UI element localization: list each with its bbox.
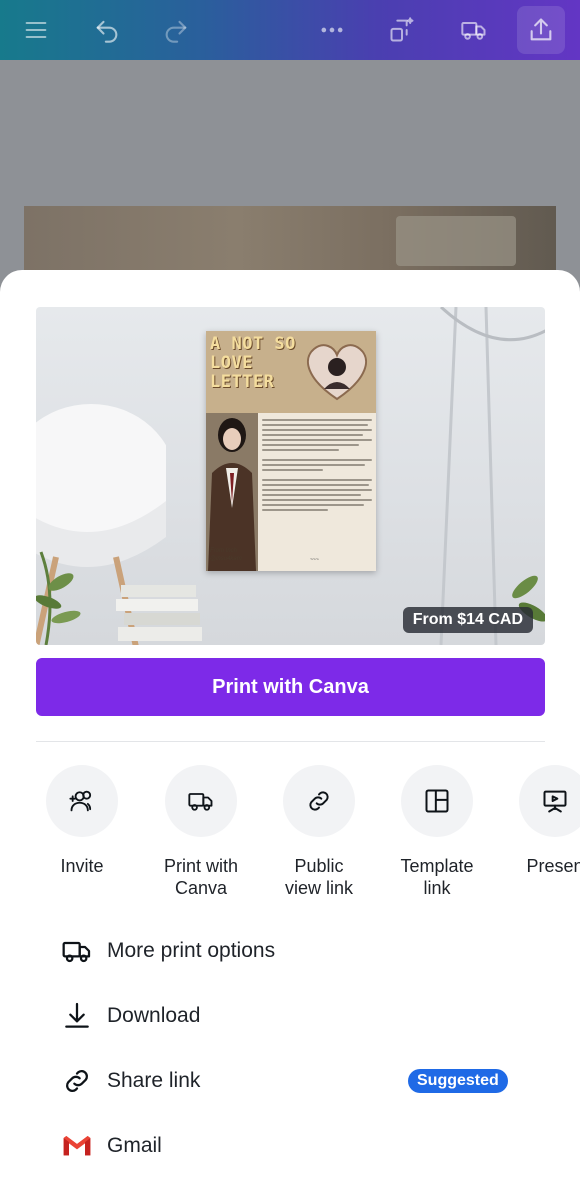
- poster-letter-text: [262, 419, 372, 514]
- menu-icon[interactable]: [12, 6, 60, 54]
- share-option-label: Public view link: [284, 856, 354, 898]
- poster-signature: ~~~: [310, 557, 319, 563]
- link-icon: [309, 791, 329, 811]
- invite-people-icon: [69, 790, 92, 812]
- share-icon[interactable]: [517, 6, 565, 54]
- share-option-invite[interactable]: Invite: [27, 765, 137, 877]
- truck-icon: [60, 934, 94, 968]
- gmail-icon: [60, 1129, 94, 1163]
- list-item-share-link[interactable]: Share link Suggested: [0, 1056, 580, 1106]
- list-item-more-print-options[interactable]: More print options: [0, 926, 580, 976]
- undo-icon[interactable]: [83, 6, 131, 54]
- print-truck-icon[interactable]: [450, 6, 498, 54]
- share-option-print[interactable]: Print with Canva: [146, 765, 256, 899]
- print-with-canva-button[interactable]: Print with Canva: [36, 658, 545, 716]
- share-option-circle: [283, 765, 355, 837]
- top-toolbar: [0, 0, 580, 60]
- magic-resize-icon[interactable]: [378, 6, 426, 54]
- redo-icon[interactable]: [152, 6, 200, 54]
- more-icon[interactable]: [308, 6, 356, 54]
- list-item-label: Gmail: [107, 1134, 162, 1157]
- link-icon: [60, 1064, 94, 1098]
- poster-design: A NOT SO LOVE LETTER From Inch @insu4kam…: [206, 331, 376, 571]
- share-bottom-sheet: A NOT SO LOVE LETTER From Inch @insu4kam…: [0, 270, 580, 1200]
- plant-image: [36, 551, 81, 645]
- poster-from: From Inch @insu4kam: [210, 548, 242, 562]
- list-item-label: More print options: [107, 939, 276, 962]
- download-icon: [60, 999, 94, 1033]
- books-image: [116, 585, 202, 641]
- share-option-label: Print with Canva: [163, 856, 239, 898]
- price-badge: From $14 CAD: [402, 607, 533, 633]
- share-option-public-view-link[interactable]: Public view link: [264, 765, 374, 899]
- share-options-row: Invite Print with Canva Public view link: [0, 765, 580, 905]
- share-option-circle: [46, 765, 118, 837]
- suggested-badge: Suggested: [408, 1069, 508, 1093]
- poster-heart-photo: [306, 344, 368, 401]
- present-icon: [543, 790, 567, 813]
- list-item-label: Download: [107, 1004, 201, 1027]
- share-option-template-link[interactable]: Template link: [382, 765, 492, 899]
- truck-icon: [188, 793, 213, 811]
- print-preview-mockup[interactable]: A NOT SO LOVE LETTER From Inch @insu4kam…: [36, 307, 545, 645]
- share-option-present[interactable]: Presen: [500, 765, 580, 877]
- poster-title: A NOT SO LOVE LETTER: [210, 334, 296, 392]
- share-option-label: Invite: [60, 856, 104, 876]
- share-option-circle: [401, 765, 473, 837]
- share-option-circle: [519, 765, 580, 837]
- list-item-gmail[interactable]: Gmail: [0, 1121, 580, 1171]
- divider: [36, 741, 545, 742]
- list-item-download[interactable]: Download: [0, 991, 580, 1041]
- share-option-label: Template link: [400, 856, 474, 898]
- list-item-label: Share link: [107, 1069, 201, 1092]
- template-icon: [425, 789, 449, 813]
- share-option-label: Presen: [526, 856, 580, 876]
- share-option-circle: [165, 765, 237, 837]
